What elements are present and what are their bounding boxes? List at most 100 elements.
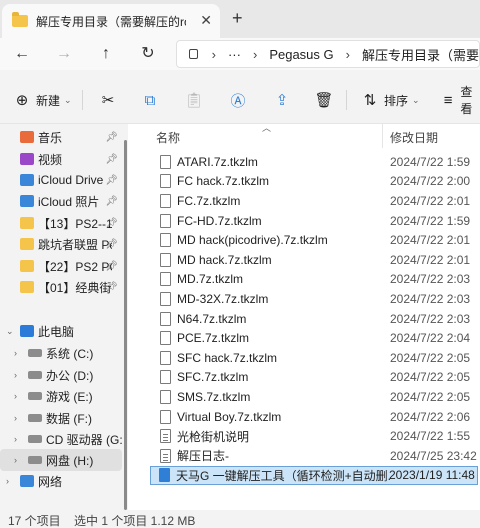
file-row[interactable]: FC.7z.tkzlm 2024/7/22 2:01 bbox=[152, 191, 480, 211]
file-date: 2024/7/22 2:04 bbox=[390, 331, 471, 346]
tab-bar: 解压专用目录（需要解压的rom ✕ + bbox=[0, 0, 480, 38]
file-row[interactable]: ATARI.7z.tkzlm 2024/7/22 1:59 bbox=[152, 152, 480, 172]
copy-icon[interactable]: ⧉ bbox=[140, 90, 160, 110]
sidebar-item-label: iCloud 照片 bbox=[38, 194, 100, 209]
rename-icon[interactable]: Ⓐ bbox=[228, 90, 248, 110]
chevron-right-icon[interactable]: › bbox=[6, 476, 9, 486]
sidebar-item-tiaokengzhe[interactable]: 跳坑者联盟 Pe 📌︎ bbox=[0, 233, 122, 255]
file-row[interactable]: SFC hack.7z.tkzlm 2024/7/22 2:05 bbox=[152, 348, 480, 368]
command-bar: ⊕ 新建 ⌄ ✂ ⧉ 📋︎ Ⓐ ⇪ 🗑︎ ⇅ 排序 ⌄ ≡ 查看 bbox=[0, 76, 480, 124]
address-more[interactable]: ··· bbox=[228, 47, 241, 62]
refresh-button[interactable]: ↻ bbox=[138, 44, 158, 64]
navigation-bar: ← → ↑ ↻ › ··· › Pegasus G › 解压专用目录（需要 bbox=[0, 38, 480, 70]
sidebar-item-ps2-22[interactable]: 【22】PS2 PC 📌︎ bbox=[0, 255, 122, 277]
file-icon bbox=[160, 350, 171, 365]
video-icon bbox=[20, 153, 34, 165]
sidebar-item-drive-d[interactable]: › 办公 (D:) bbox=[0, 364, 122, 386]
status-bar: 17 个项目 选中 1 个项目 1.12 MB bbox=[0, 510, 480, 528]
file-row[interactable]: MD hack(picodrive).7z.tkzlm 2024/7/22 2:0… bbox=[152, 230, 480, 250]
file-row[interactable]: SMS.7z.tkzlm 2024/7/22 2:05 bbox=[152, 387, 480, 407]
share-icon[interactable]: ⇪ bbox=[272, 90, 292, 110]
file-row[interactable]: 解压日志- 2024/7/25 23:42 bbox=[152, 446, 480, 466]
sidebar-item-network[interactable]: › 网络 bbox=[0, 470, 122, 492]
file-date: 2024/7/22 2:05 bbox=[390, 389, 471, 404]
sidebar-item-icloud-photos[interactable]: iCloud 照片 📌︎ bbox=[0, 190, 122, 212]
chevron-right-icon[interactable]: › bbox=[212, 47, 216, 62]
sidebar-item-drive-c[interactable]: › 系统 (C:) bbox=[0, 342, 122, 364]
file-icon bbox=[160, 252, 171, 267]
file-row[interactable]: SFC.7z.tkzlm 2024/7/22 2:05 bbox=[152, 368, 480, 388]
column-name[interactable]: 名称 bbox=[156, 129, 180, 146]
close-icon[interactable]: ✕ bbox=[200, 12, 212, 29]
pin-icon: 📌︎ bbox=[105, 195, 118, 207]
sort-button[interactable]: ⇅ 排序 ⌄ bbox=[360, 90, 420, 110]
chevron-right-icon[interactable]: › bbox=[14, 348, 17, 358]
sidebar-item-drive-e[interactable]: › 游戏 (E:) bbox=[0, 385, 122, 407]
column-divider[interactable] bbox=[382, 124, 383, 148]
breadcrumb-pegasus[interactable]: Pegasus G bbox=[269, 47, 333, 62]
new-button[interactable]: ⊕ 新建 ⌄ bbox=[12, 90, 72, 110]
file-date: 2024/7/22 2:01 bbox=[390, 252, 471, 267]
file-row[interactable]: MD-32X.7z.tkzlm 2024/7/22 2:03 bbox=[152, 289, 480, 309]
forward-button[interactable]: → bbox=[54, 44, 74, 64]
file-row[interactable]: MD.7z.tkzlm 2024/7/22 2:03 bbox=[152, 270, 480, 290]
nav-pane-scrollbar[interactable] bbox=[124, 140, 127, 510]
sidebar-item-music[interactable]: 音乐 📌︎ bbox=[0, 126, 122, 148]
column-header: ︿ 名称 修改日期 bbox=[128, 123, 480, 148]
chevron-down-icon[interactable]: ⌄ bbox=[6, 326, 14, 337]
sort-button-label: 排序 bbox=[384, 93, 409, 108]
file-icon bbox=[160, 233, 171, 248]
chevron-right-icon[interactable]: › bbox=[14, 455, 17, 465]
sidebar-item-arcade-01[interactable]: 【01】经典街 📌︎ bbox=[0, 276, 122, 298]
file-row[interactable]: 光枪街机说明 2024/7/22 1:55 bbox=[152, 426, 480, 446]
back-button[interactable]: ← bbox=[12, 44, 32, 64]
file-row[interactable]: FC-HD.7z.tkzlm 2024/7/22 1:59 bbox=[152, 211, 480, 231]
sidebar-item-drive-h[interactable]: › 网盘 (H:) bbox=[0, 449, 122, 471]
chevron-right-icon[interactable]: › bbox=[346, 47, 350, 62]
network-icon bbox=[20, 475, 34, 487]
pin-icon: 📌︎ bbox=[105, 174, 118, 186]
file-name: SMS.7z.tkzlm bbox=[177, 389, 251, 404]
sidebar-item-label: 【13】PS2--1 bbox=[38, 216, 112, 231]
new-tab-button[interactable]: + bbox=[232, 8, 243, 29]
file-row[interactable]: MD hack.7z.tkzlm 2024/7/22 2:01 bbox=[152, 250, 480, 270]
tab-current-folder[interactable]: 解压专用目录（需要解压的rom ✕ bbox=[2, 4, 220, 38]
sidebar-item-drive-g[interactable]: › CD 驱动器 (G:) bbox=[0, 428, 122, 450]
pin-icon: 📌︎ bbox=[105, 131, 118, 143]
file-date: 2024/7/22 1:59 bbox=[390, 213, 471, 228]
item-count: 17 个项目 bbox=[8, 514, 61, 528]
chevron-right-icon[interactable]: › bbox=[14, 391, 17, 401]
paste-icon[interactable]: 📋︎ bbox=[184, 90, 204, 110]
file-row[interactable]: FC hack.7z.tkzlm 2024/7/22 2:00 bbox=[152, 172, 480, 192]
chevron-right-icon[interactable]: › bbox=[14, 413, 17, 423]
chevron-right-icon[interactable]: › bbox=[14, 370, 17, 380]
file-row[interactable]: PCE.7z.tkzlm 2024/7/22 2:04 bbox=[152, 328, 480, 348]
chevron-right-icon[interactable]: › bbox=[14, 434, 17, 444]
sidebar-item-drive-f[interactable]: › 数据 (F:) bbox=[0, 407, 122, 429]
drive-icon bbox=[28, 371, 42, 379]
file-date: 2024/7/22 2:03 bbox=[390, 272, 471, 287]
sidebar-item-icloud-drive[interactable]: iCloud Drive 📌︎ bbox=[0, 169, 122, 191]
file-row[interactable]: Virtual Boy.7z.tkzlm 2024/7/22 2:06 bbox=[152, 407, 480, 427]
cut-icon[interactable]: ✂ bbox=[98, 90, 118, 110]
column-date-modified[interactable]: 修改日期 bbox=[390, 129, 438, 146]
sidebar-item-video[interactable]: 视频 📌︎ bbox=[0, 148, 122, 170]
chevron-right-icon[interactable]: › bbox=[253, 47, 257, 62]
file-row[interactable]: N64.7z.tkzlm 2024/7/22 2:03 bbox=[152, 309, 480, 329]
sidebar-item-this-pc[interactable]: ⌄ 此电脑 bbox=[0, 320, 122, 342]
sidebar-item-label: 【22】PS2 PC bbox=[38, 259, 112, 274]
drive-icon bbox=[28, 349, 42, 357]
file-name: MD hack(picodrive).7z.tkzlm bbox=[177, 233, 328, 248]
file-date: 2024/7/22 2:00 bbox=[390, 174, 471, 189]
up-button[interactable]: ↑ bbox=[96, 44, 116, 64]
folder-icon bbox=[12, 12, 28, 27]
address-bar[interactable]: › ··· › Pegasus G › 解压专用目录（需要 bbox=[176, 40, 480, 68]
sort-icon: ⇅ bbox=[363, 92, 377, 109]
file-row[interactable]: 天马G 一键解压工具（循环检测+自动删... 2023/1/19 11:48 bbox=[150, 465, 478, 486]
delete-icon[interactable]: 🗑︎ bbox=[314, 90, 334, 110]
view-button[interactable]: ≡ 查看 bbox=[440, 85, 480, 116]
sidebar-item-ps2-13[interactable]: 【13】PS2--1 📌︎ bbox=[0, 212, 122, 234]
breadcrumb-current[interactable]: 解压专用目录（需要 bbox=[362, 45, 479, 64]
file-date: 2024/7/22 2:03 bbox=[390, 311, 471, 326]
file-list: ︿ 名称 修改日期 ATARI.7z.tkzlm 2024/7/22 1:59 FC… bbox=[128, 123, 480, 510]
